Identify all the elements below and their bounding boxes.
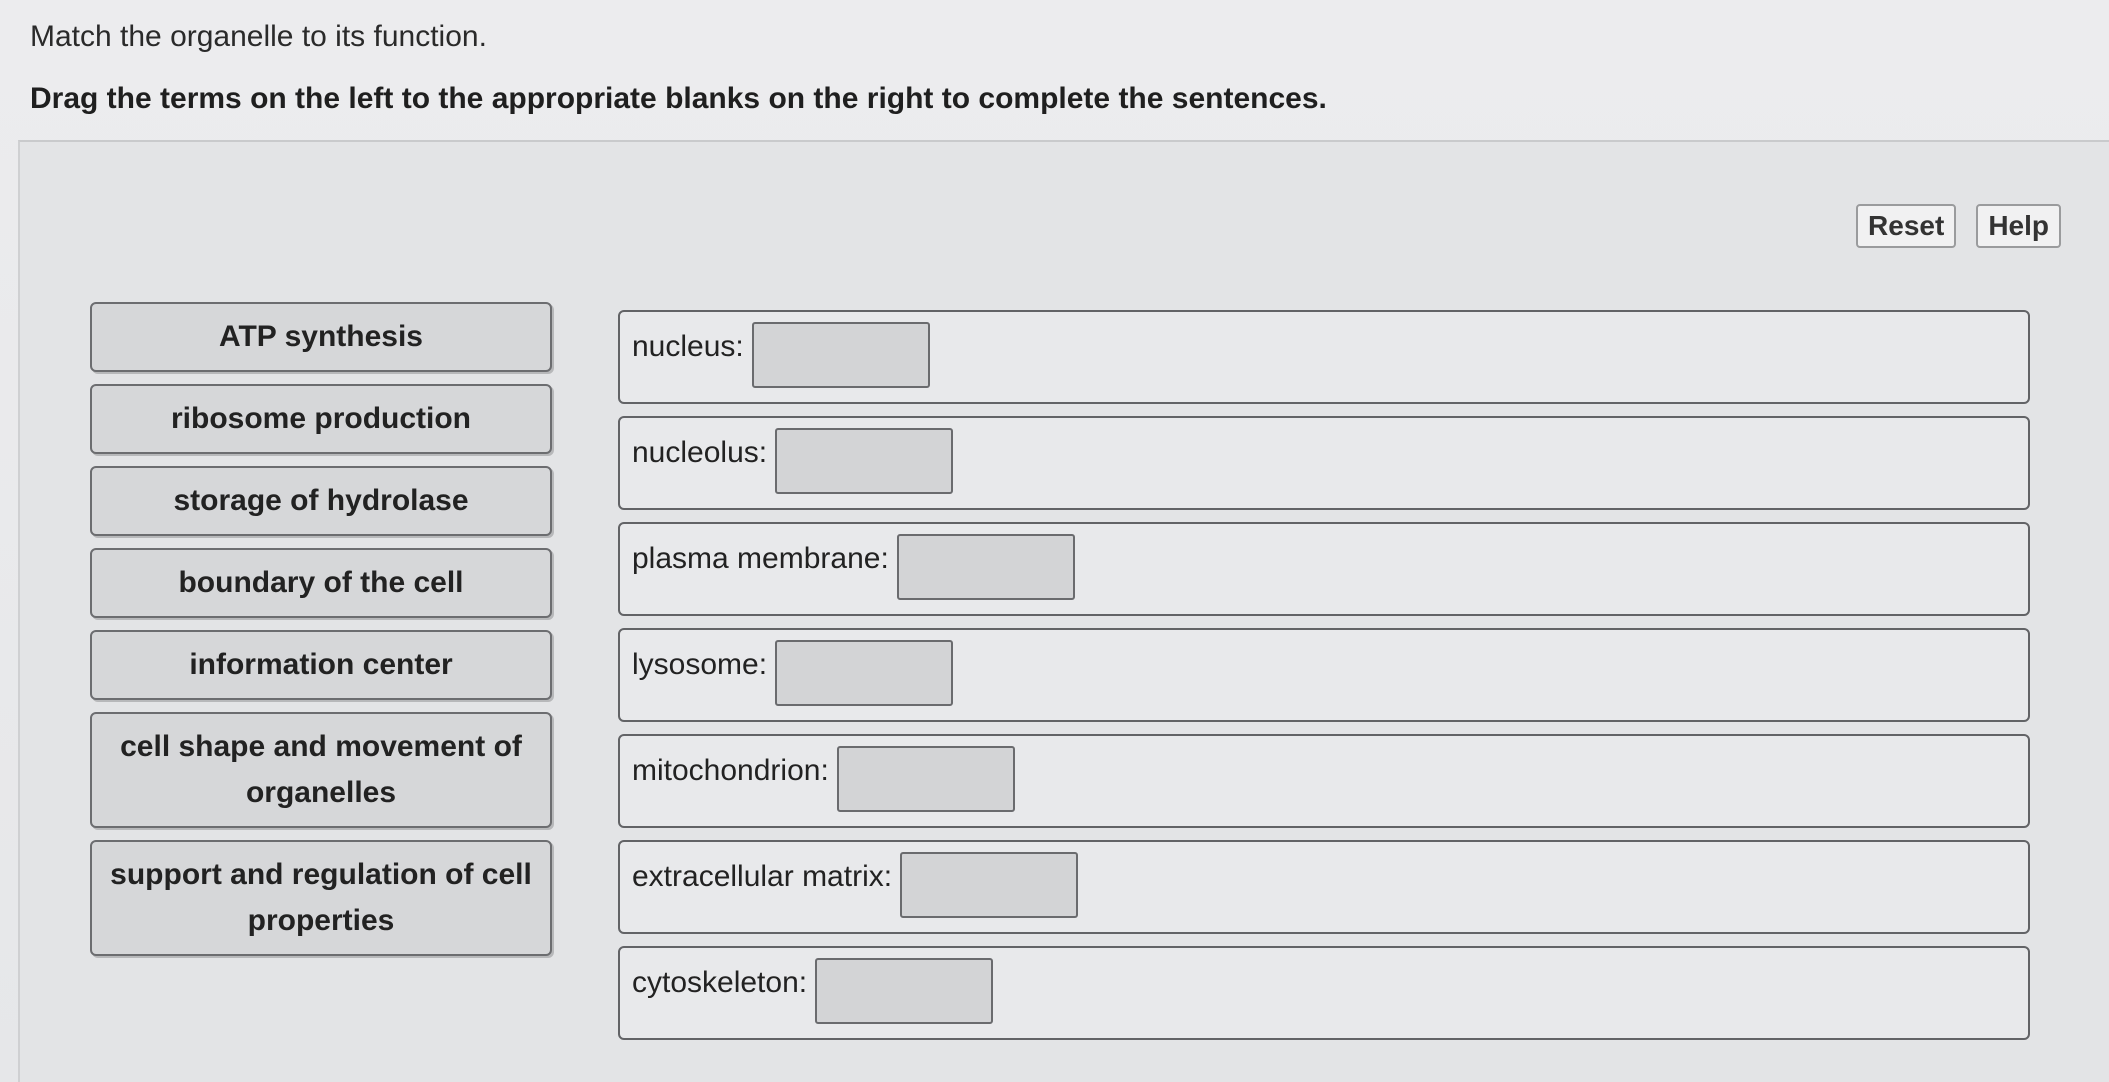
reset-button[interactable]: Reset [1856,204,1957,248]
help-button[interactable]: Help [1976,204,2061,248]
drag-drop-workspace: Reset Help ATP synthesis ribosome produc… [18,140,2109,1082]
target-label-extracellular-matrix: extracellular matrix: [632,860,893,893]
drop-blank-nucleolus[interactable] [775,428,954,494]
page: Match the organelle to its function. Dra… [0,0,2109,1082]
drag-instruction-text: Drag the terms on the left to the approp… [30,82,1327,115]
target-label-lysosome: lysosome: [632,648,768,681]
drop-blank-nucleus[interactable] [751,322,930,388]
term-support-and-regulation[interactable]: support and regulation of cell propertie… [90,840,552,956]
target-label-plasma-membrane: plasma membrane: [632,542,889,575]
target-label-cytoskeleton: cytoskeleton: [632,966,808,999]
toolbar: Reset Help [1856,204,2061,248]
instruction-text: Match the organelle to its function. [30,20,487,53]
term-bank: ATP synthesis ribosome production storag… [90,302,552,968]
target-row-nucleus: nucleus: [618,310,2030,404]
term-boundary-of-the-cell[interactable]: boundary of the cell [90,548,552,618]
target-label-nucleolus: nucleolus: [632,436,768,469]
term-ribosome-production[interactable]: ribosome production [90,384,552,454]
term-atp-synthesis[interactable]: ATP synthesis [90,302,552,372]
target-label-nucleus: nucleus: [632,330,744,363]
drop-blank-lysosome[interactable] [775,640,954,706]
term-information-center[interactable]: information center [90,630,552,700]
drop-blank-cytoskeleton[interactable] [815,958,994,1024]
target-row-nucleolus: nucleolus: [618,416,2030,510]
target-label-mitochondrion: mitochondrion: [632,754,829,787]
target-row-extracellular-matrix: extracellular matrix: [618,840,2030,934]
target-row-mitochondrion: mitochondrion: [618,734,2030,828]
drop-blank-plasma-membrane[interactable] [896,534,1075,600]
term-storage-of-hydrolase[interactable]: storage of hydrolase [90,466,552,536]
target-row-cytoskeleton: cytoskeleton: [618,946,2030,1040]
target-row-lysosome: lysosome: [618,628,2030,722]
target-row-plasma-membrane: plasma membrane: [618,522,2030,616]
term-cell-shape-and-movement[interactable]: cell shape and movement of organelles [90,712,552,828]
target-list: nucleus: nucleolus: plasma membrane: lys… [618,310,2048,1052]
drop-blank-extracellular-matrix[interactable] [900,852,1079,918]
drop-blank-mitochondrion[interactable] [836,746,1015,812]
